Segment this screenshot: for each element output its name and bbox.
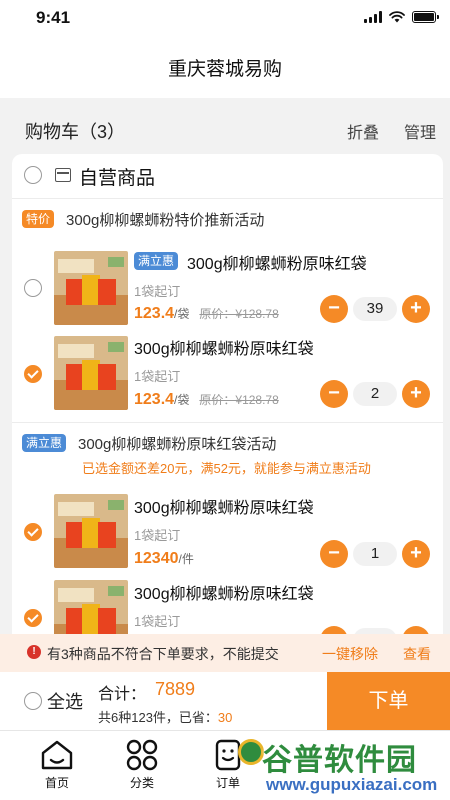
total-value: 7889 [155,679,196,699]
home-icon [41,740,73,770]
price-unit: /件 [178,552,194,566]
min-order: 1袋起订 [134,369,181,384]
divider [12,198,443,199]
min-order: 1袋起订 [134,614,181,629]
promo-tag-full-reduction: 满立惠 [22,434,67,452]
store-name: 自营商品 [79,168,156,189]
total-label: 合计： [98,686,147,703]
quantity-minus-button[interactable]: − [320,295,348,323]
category-icon [126,739,158,771]
price-row: 12340/件 [134,550,194,568]
tab-home[interactable]: 首页 [27,739,87,797]
price-unit: /袋 [174,393,190,407]
item-badge: 满立惠 [134,252,179,270]
saved-value: 30 [217,710,233,725]
view-button[interactable]: 查看 [403,644,431,664]
status-bar: 9:41 [0,0,450,36]
promo-tag-special: 特价 [22,210,55,228]
product-image[interactable] [54,251,128,325]
checkout-bar: 全选 合计： 7889 共6种123件，已省：30 下单 [0,672,450,730]
tab-bar: 首页 分类 订单 [0,730,450,800]
price-row: 123.4/袋 原价：¥128.78 [134,391,279,409]
min-order: 1袋起订 [134,528,181,543]
warning-text: 有3种商品不符合下单要求，不能提交 [47,646,279,662]
product-image[interactable] [54,336,128,410]
quantity-plus-button[interactable]: + [402,540,430,568]
store-checkbox[interactable] [24,166,42,184]
tab-label: 订单 [215,776,240,790]
quantity-plus-button[interactable]: + [402,380,430,408]
manage-button[interactable]: 管理 [404,119,436,143]
nav-bar: 重庆蓉城易购 [0,36,450,98]
summary-text: 共6种123件，已省： [98,710,218,725]
min-order: 1袋起订 [134,284,181,299]
promo-title[interactable]: 300g柳柳螺蛳粉特价推新活动 [66,209,264,230]
tab-label: 首页 [44,776,69,790]
order-icon [215,739,241,771]
remove-all-button[interactable]: 一键移除 [322,644,378,664]
item-checkbox[interactable] [24,279,42,297]
cart-title: 购物车（3） [25,122,126,142]
status-time: 9:41 [36,8,71,27]
cart-card: 自营商品 特价 300g柳柳螺蛳粉特价推新活动 满立惠 300g柳柳螺蛳粉原味红… [12,154,443,644]
price: 123.4 [134,391,175,408]
item-checkbox[interactable] [24,365,42,383]
product-name[interactable]: 300g柳柳螺蛳粉原味红袋 [187,250,367,274]
tab-orders[interactable]: 订单 [198,739,258,797]
collapse-button[interactable]: 折叠 [347,119,379,143]
page-title: 重庆蓉城易购 [167,58,282,80]
alert-icon: ! [27,645,41,659]
tab-label: 分类 [129,776,154,790]
quantity-value[interactable]: 1 [353,542,397,566]
product-name[interactable]: 300g柳柳螺蛳粉原味红袋 [134,580,314,604]
warning-bar: ! 有3种商品不符合下单要求，不能提交 一键移除 查看 [0,634,450,672]
quantity-value[interactable]: 39 [353,297,397,321]
item-checkbox[interactable] [24,609,42,627]
promo-title[interactable]: 300g柳柳螺蛳粉原味红袋活动 [78,433,276,454]
order-summary: 共6种123件，已省：30 [98,707,232,726]
submit-order-button[interactable]: 下单 [327,672,450,730]
tab-category[interactable]: 分类 [112,739,172,797]
item-checkbox[interactable] [24,523,42,541]
product-image[interactable] [54,494,128,568]
battery-icon [412,11,439,23]
price: 12340 [134,550,179,567]
quantity-minus-button[interactable]: − [320,540,348,568]
wifi-icon [389,11,405,23]
promo-hint: 已选金额还差20元，满52元，就能参与满立惠活动 [82,461,371,476]
quantity-plus-button[interactable]: + [402,295,430,323]
signal-icon [364,11,382,23]
product-name[interactable]: 300g柳柳螺蛳粉原味红袋 [134,335,314,359]
cart-header: 购物车（3） 折叠 管理 [0,112,450,150]
status-icons [364,11,439,23]
price-row: 123.4/袋 原价：¥128.78 [134,305,279,323]
select-all-checkbox[interactable] [24,692,42,710]
price-unit: /袋 [174,307,190,321]
store-row: 自营商品 [12,154,443,198]
original-price: 原价：¥128.78 [199,307,279,321]
select-all-label[interactable]: 全选 [47,688,83,714]
product-name[interactable]: 300g柳柳螺蛳粉原味红袋 [134,494,314,518]
quantity-value[interactable]: 2 [353,382,397,406]
quantity-minus-button[interactable]: − [320,380,348,408]
divider [12,422,443,423]
original-price: 原价：¥128.78 [199,393,279,407]
store-icon [55,168,71,182]
price: 123.4 [134,305,175,322]
